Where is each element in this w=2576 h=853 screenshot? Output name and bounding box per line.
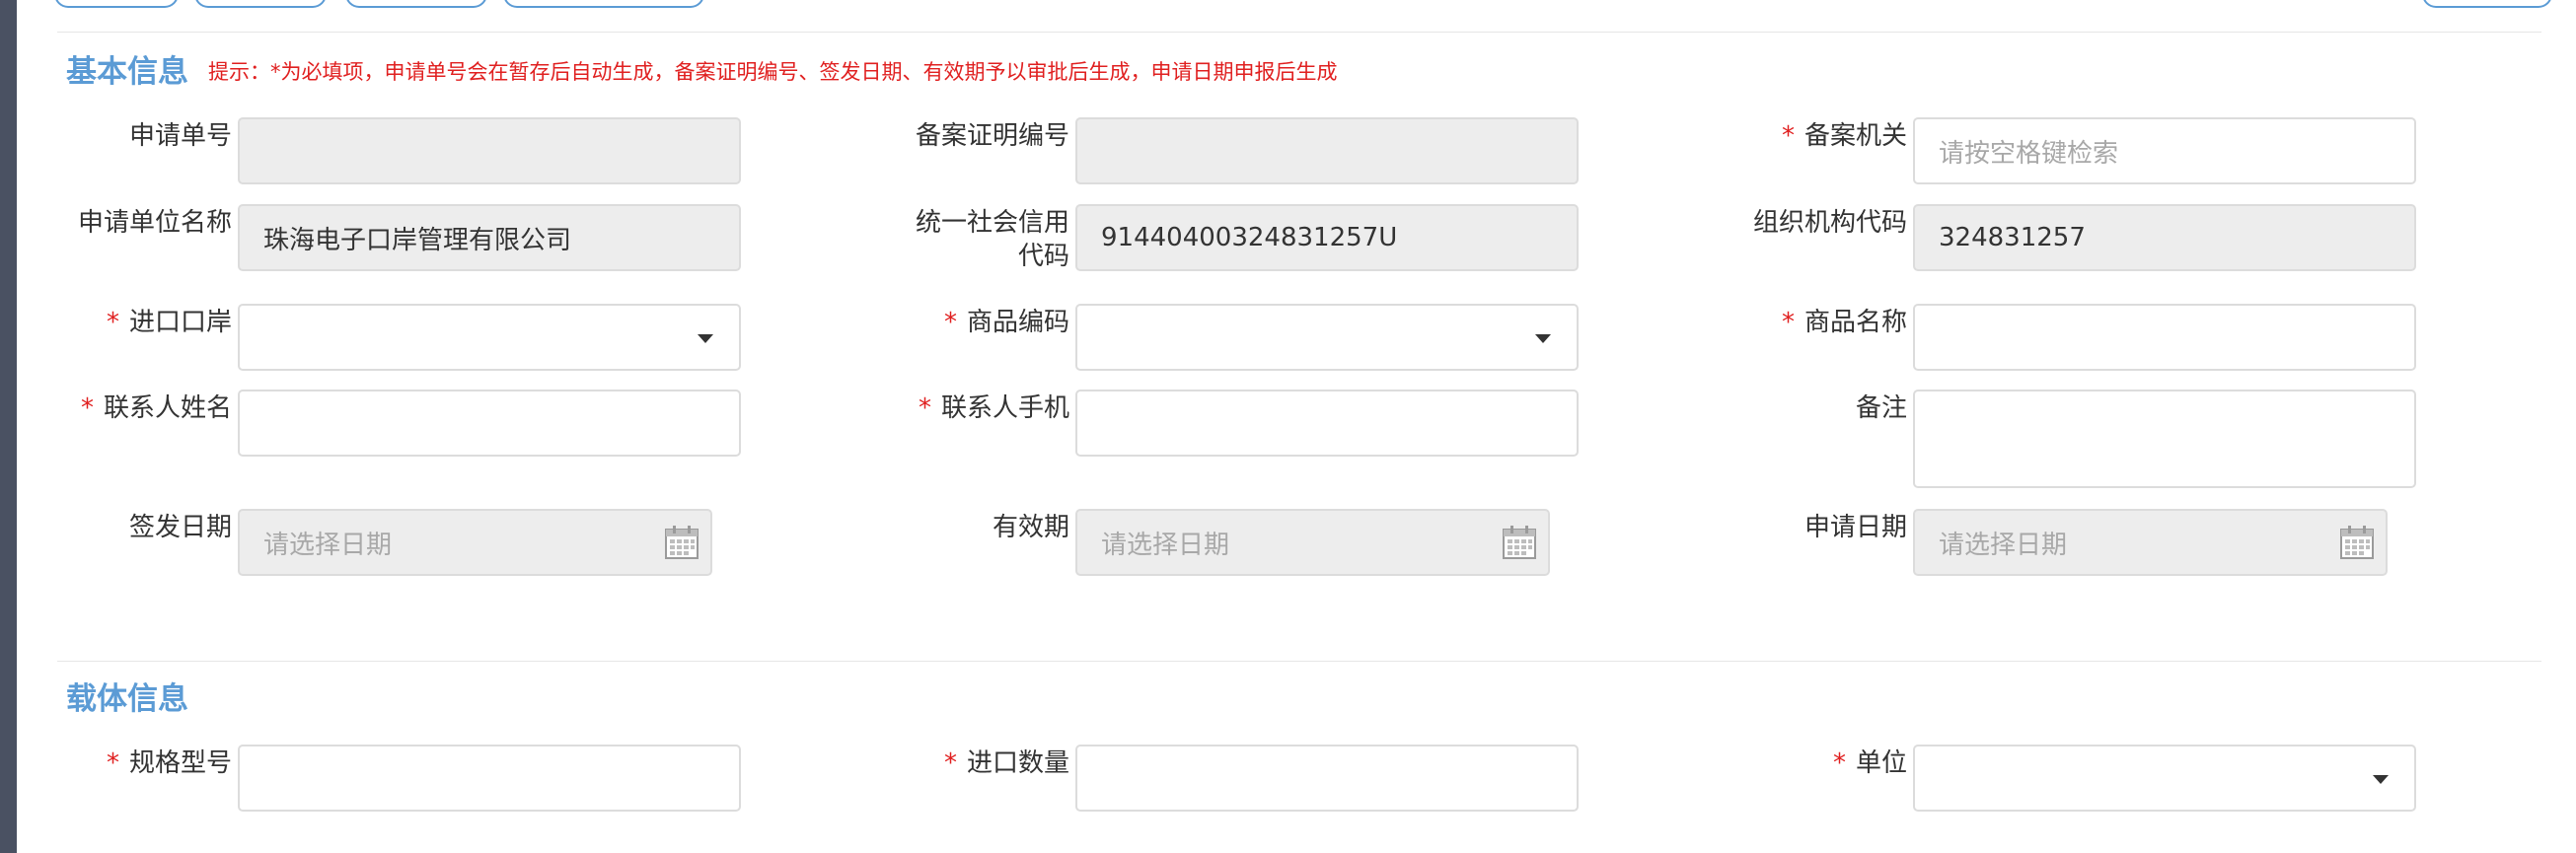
label-contact-name: * 联系人姓名	[80, 393, 232, 423]
spec-model-input[interactable]	[238, 745, 741, 812]
apply-no-input	[238, 117, 741, 184]
section-title-basic-info: 基本信息	[66, 54, 188, 90]
label-apply-date: 申请日期	[1803, 513, 1907, 542]
label-import-port: * 进口口岸	[106, 308, 232, 337]
calendar-icon	[2340, 526, 2374, 559]
chevron-down-icon	[1535, 334, 1551, 343]
contact-mobile-input[interactable]	[1075, 390, 1579, 457]
divider-carrier	[57, 661, 2541, 662]
goods-name-input[interactable]	[1913, 304, 2416, 371]
toolbar-button-right[interactable]	[2422, 0, 2552, 8]
issue-date-picker: 请选择日期	[238, 509, 712, 576]
hint-text: 提示：*为必填项，申请单号会在暂存后自动生成，备案证明编号、签发日期、有效期予以…	[208, 60, 1338, 84]
label-applicant-name: 申请单位名称	[77, 208, 232, 238]
record-cert-no-input	[1075, 117, 1579, 184]
toolbar-button-2[interactable]	[194, 0, 327, 8]
label-apply-no: 申请单号	[128, 121, 232, 151]
label-record-cert-no: 备案证明编号	[915, 121, 1069, 151]
unit-select[interactable]	[1913, 745, 2416, 812]
label-goods-name: * 商品名称	[1781, 308, 1907, 337]
remark-textarea[interactable]	[1913, 390, 2416, 488]
divider-top	[57, 32, 2541, 33]
label-spec-model: * 规格型号	[106, 748, 232, 778]
label-unit: * 单位	[1832, 748, 1907, 778]
chevron-down-icon	[2373, 775, 2389, 784]
calendar-icon	[1503, 526, 1536, 559]
label-valid-date: 有效期	[992, 513, 1069, 542]
toolbar-button-1[interactable]	[54, 0, 179, 8]
chevron-down-icon	[698, 334, 713, 343]
label-contact-mobile: * 联系人手机	[918, 393, 1069, 423]
record-org-search-input[interactable]: 请按空格键检索	[1913, 117, 2416, 184]
label-goods-code: * 商品编码	[943, 308, 1069, 337]
section-title-carrier-info: 载体信息	[66, 681, 188, 717]
label-import-qty: * 进口数量	[943, 748, 1069, 778]
contact-name-input[interactable]	[238, 390, 741, 457]
toolbar-button-4[interactable]	[503, 0, 704, 8]
label-issue-date: 签发日期	[128, 513, 232, 542]
apply-date-picker: 请选择日期	[1913, 509, 2388, 576]
credit-code-input: 91440400324831257U	[1075, 204, 1579, 271]
import-port-select[interactable]	[238, 304, 741, 371]
org-code-input: 324831257	[1913, 204, 2416, 271]
label-credit-code: 统一社会信用代码	[915, 208, 1069, 271]
label-org-code: 组织机构代码	[1752, 208, 1907, 238]
import-qty-input[interactable]	[1075, 745, 1579, 812]
left-sidebar-edge	[0, 0, 17, 853]
valid-date-picker: 请选择日期	[1075, 509, 1550, 576]
applicant-name-input: 珠海电子口岸管理有限公司	[238, 204, 741, 271]
toolbar-button-3[interactable]	[345, 0, 487, 8]
calendar-icon	[665, 526, 699, 559]
label-record-org: * 备案机关	[1781, 121, 1907, 151]
label-remark: 备注	[1855, 393, 1907, 423]
goods-code-select[interactable]	[1075, 304, 1579, 371]
